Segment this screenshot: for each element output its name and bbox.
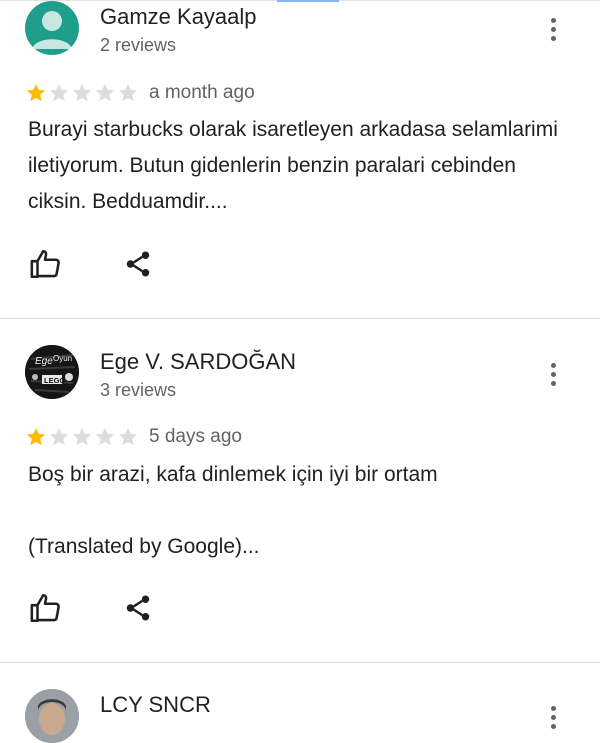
star-empty-icon xyxy=(72,427,92,446)
dot-icon xyxy=(550,17,556,23)
share-icon xyxy=(126,251,150,277)
review-text: Burayi starbucks olarak isaretleyen arka… xyxy=(28,112,568,220)
review-count: 3 reviews xyxy=(100,380,177,400)
review-card: Ege Oyun LEGO Ege V. SARDOĞAN 3 reviews … xyxy=(0,319,600,662)
star-empty-icon xyxy=(118,83,138,102)
dot-icon xyxy=(550,26,556,32)
star-empty-icon xyxy=(49,83,69,102)
star-empty-icon xyxy=(118,427,138,446)
thumbs-up-icon xyxy=(30,593,60,623)
translation-note[interactable]: (Translated by Google)... xyxy=(28,529,568,565)
star-filled-icon xyxy=(26,83,46,102)
like-button[interactable] xyxy=(28,590,64,626)
review-card: Gamze Kayaalp 2 reviews a month ago Bura… xyxy=(0,0,600,318)
rating-row: 5 days ago xyxy=(25,426,242,448)
share-icon xyxy=(126,595,150,621)
more-options-button[interactable] xyxy=(540,357,566,391)
review-text: Boş bir arazi, kafa dinlemek için iyi bi… xyxy=(28,457,568,565)
dot-icon xyxy=(550,723,556,729)
avatar[interactable]: Ege Oyun LEGO xyxy=(25,345,79,399)
share-button[interactable] xyxy=(120,246,156,282)
review-actions xyxy=(28,590,156,626)
share-button[interactable] xyxy=(120,590,156,626)
star-empty-icon xyxy=(49,427,69,446)
dot-icon xyxy=(550,705,556,711)
avatar-image: Ege Oyun LEGO xyxy=(25,345,79,399)
thumbs-up-icon xyxy=(30,249,60,279)
rating-row: a month ago xyxy=(25,82,255,104)
review-card: LCY SNCR xyxy=(0,663,600,743)
dot-icon xyxy=(550,380,556,386)
review-actions xyxy=(28,246,156,282)
star-rating xyxy=(25,426,139,448)
dot-icon xyxy=(550,35,556,41)
star-empty-icon xyxy=(72,83,92,102)
avatar-text: Ege xyxy=(35,356,53,367)
dot-icon xyxy=(550,371,556,377)
review-count: 2 reviews xyxy=(100,35,177,55)
avatar-text: LEGO xyxy=(44,376,65,385)
avatar-text: Oyun xyxy=(53,354,72,363)
more-options-button[interactable] xyxy=(540,700,566,734)
reviewer-name[interactable]: Gamze Kayaalp xyxy=(100,4,257,30)
star-empty-icon xyxy=(95,427,115,446)
dot-icon xyxy=(550,362,556,368)
review-date: a month ago xyxy=(149,82,255,103)
dot-icon xyxy=(550,714,556,720)
review-date: 5 days ago xyxy=(149,426,242,447)
like-button[interactable] xyxy=(28,246,64,282)
reviewer-name[interactable]: LCY SNCR xyxy=(100,692,211,718)
avatar[interactable] xyxy=(25,689,79,743)
review-body: Boş bir arazi, kafa dinlemek için iyi bi… xyxy=(28,463,438,486)
more-options-button[interactable] xyxy=(540,12,566,46)
review-body: Burayi starbucks olarak isaretleyen arka… xyxy=(28,118,558,213)
reviewer-name[interactable]: Ege V. SARDOĞAN xyxy=(100,349,296,375)
avatar[interactable] xyxy=(25,1,79,55)
person-icon xyxy=(32,11,72,49)
star-rating xyxy=(25,82,139,104)
person-photo xyxy=(25,689,79,743)
star-empty-icon xyxy=(95,83,115,102)
star-filled-icon xyxy=(26,427,46,446)
